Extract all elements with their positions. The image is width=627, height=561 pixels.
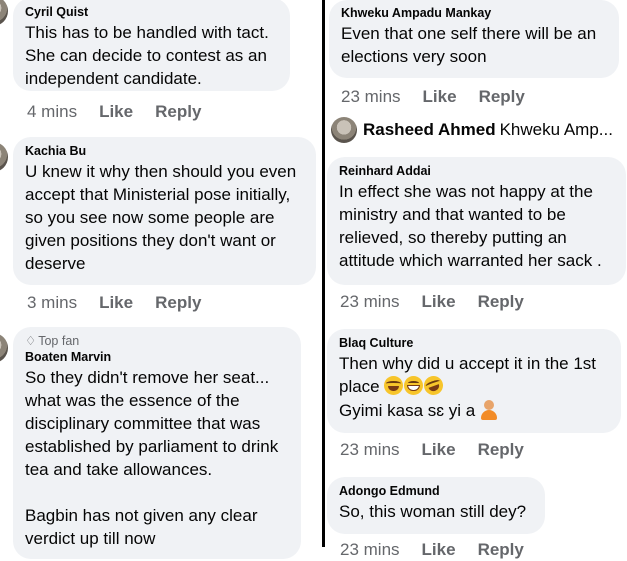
comment-author[interactable]: Boaten Marvin	[25, 349, 289, 365]
like-button[interactable]: Like	[422, 539, 456, 561]
comment-actions: 23 mins Like Reply	[340, 291, 524, 313]
like-button[interactable]: Like	[422, 439, 456, 461]
reply-author[interactable]: Rasheed Ahmed	[363, 120, 496, 139]
reply-snippet: Khweku Amp...	[499, 120, 613, 139]
comment-time[interactable]: 23 mins	[341, 86, 401, 108]
comment-author[interactable]: Cyril Quist	[25, 4, 278, 20]
comment-author[interactable]: Blaq Culture	[339, 335, 609, 351]
avatar[interactable]	[0, 0, 8, 26]
like-button[interactable]: Like	[423, 86, 457, 108]
comment-bubble: Adongo Edmund So, this woman still dey?	[327, 477, 545, 534]
avatar[interactable]	[0, 333, 8, 363]
comment-text-line: Gyimi kasa sɛ yi a	[339, 401, 476, 420]
comment-text-continued: Gyimi kasa sɛ yi a	[339, 399, 609, 422]
comment-bubble: Cyril Quist This has to be handled with …	[13, 0, 290, 91]
comment-time[interactable]: 23 mins	[340, 291, 400, 313]
reply-button[interactable]: Reply	[479, 86, 525, 108]
comment-time[interactable]: 23 mins	[340, 439, 400, 461]
reply-button[interactable]: Reply	[155, 101, 201, 123]
reply-button[interactable]: Reply	[478, 291, 524, 313]
like-button[interactable]: Like	[99, 101, 133, 123]
comment-author[interactable]: Khweku Ampadu Mankay	[341, 5, 607, 21]
reply-preview[interactable]: Rasheed Ahmed Khweku Amp...	[331, 117, 613, 143]
comment-text: So they didn't remove her seat... what w…	[25, 368, 279, 479]
avatar[interactable]	[331, 117, 357, 143]
comment-time[interactable]: 3 mins	[27, 292, 77, 314]
comment-bubble: Kachia Bu U knew it why then should you …	[13, 137, 316, 285]
comment-bubble: Reinhard Addai In effect she was not hap…	[327, 157, 626, 285]
comment-bubble: Khweku Ampadu Mankay Even that one self …	[329, 0, 619, 78]
comment-author[interactable]: Reinhard Addai	[339, 163, 614, 179]
comment-bubble: Blaq Culture Then why did u accept it in…	[327, 329, 621, 433]
reply-button[interactable]: Reply	[155, 292, 201, 314]
column-divider	[322, 0, 325, 547]
reply-button[interactable]: Reply	[478, 439, 524, 461]
comment-actions: 3 mins Like Reply	[27, 292, 201, 314]
comment-actions: 23 mins Like Reply	[341, 86, 525, 108]
badge-label: Top fan	[38, 334, 80, 348]
like-button[interactable]: Like	[99, 292, 133, 314]
comment-text: So, this woman still dey?	[339, 502, 527, 521]
comment-text: In effect she was not happy at the minis…	[339, 182, 602, 270]
like-button[interactable]: Like	[422, 291, 456, 313]
person-gesturing-icon	[480, 400, 498, 420]
comment-actions: 23 mins Like Reply	[340, 439, 524, 461]
comment-text-continued: Bagbin has not given any clear verdict u…	[25, 506, 258, 548]
comment-text: Even that one self there will be an elec…	[341, 24, 597, 66]
avatar[interactable]	[0, 142, 8, 172]
laughing-face-icon	[384, 376, 404, 395]
grinning-face-icon	[404, 376, 424, 395]
comment-text: Then why did u accept it in the 1st plac…	[339, 352, 609, 398]
comment-author[interactable]: Adongo Edmund	[339, 483, 533, 499]
rolling-laughing-face-icon	[421, 373, 447, 398]
comment-text: This has to be handled with tact. She ca…	[25, 23, 269, 88]
comment-text: U knew it why then should you even accep…	[25, 162, 297, 273]
comment-time[interactable]: 23 mins	[340, 539, 400, 561]
comment-author[interactable]: Kachia Bu	[25, 143, 304, 159]
comment-actions: 4 mins Like Reply	[27, 101, 201, 123]
comment-actions: 23 mins Like Reply	[340, 539, 524, 561]
gem-icon: ♢	[25, 334, 37, 348]
reply-button[interactable]: Reply	[478, 539, 524, 561]
comment-text-line: Then why did u accept it in the 1st plac…	[339, 354, 597, 396]
comment-bubble: ♢ Top fan Boaten Marvin So they didn't re…	[13, 327, 301, 559]
top-fan-badge: ♢ Top fan	[25, 333, 289, 349]
comment-time[interactable]: 4 mins	[27, 101, 77, 123]
